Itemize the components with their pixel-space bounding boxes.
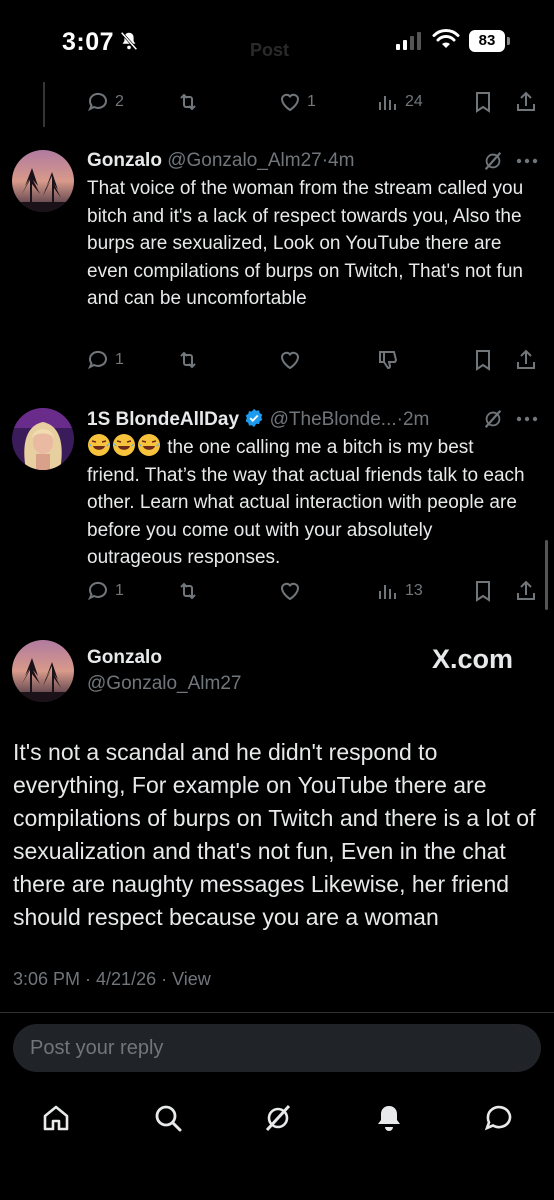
repost-icon	[180, 93, 196, 111]
heart-icon	[280, 351, 300, 370]
share-icon	[517, 349, 535, 369]
tweet1-author-name[interactable]: Gonzalo	[87, 150, 162, 171]
views-button[interactable]: 24	[376, 90, 423, 114]
heart-icon	[280, 93, 300, 112]
repost-button[interactable]	[176, 348, 200, 372]
share-button[interactable]	[514, 90, 538, 114]
tweet2-time: 2m	[402, 409, 430, 430]
home-icon[interactable]	[40, 1102, 72, 1134]
share-button[interactable]	[514, 579, 538, 603]
laughing-emoji-icon	[113, 434, 135, 456]
tweet2-body: the one calling me a bitch is my best fr…	[87, 433, 527, 572]
top-action-row: 2 1 24	[86, 90, 536, 116]
bookmark-icon	[476, 92, 490, 113]
repost-button[interactable]	[176, 90, 200, 114]
tweet2-handle[interactable]: @TheBlonde...	[270, 409, 397, 430]
like-button[interactable]: 1	[278, 90, 316, 114]
messages-icon[interactable]	[483, 1102, 515, 1134]
tweet2-action-row: 1 13	[86, 579, 536, 605]
like-button[interactable]	[278, 579, 302, 603]
main-tweet-meta[interactable]: 3:06 PM · 4/21/26 · View	[13, 969, 211, 990]
views-count: 13	[405, 582, 423, 599]
reply-icon	[88, 92, 107, 112]
downvote-button[interactable]	[376, 348, 400, 372]
bell-off-icon	[120, 31, 138, 51]
bottom-nav	[0, 1090, 554, 1150]
avatar-gonzalo[interactable]	[12, 150, 74, 212]
main-author-handle[interactable]: @Gonzalo_Alm27	[87, 673, 241, 695]
repost-button[interactable]	[176, 579, 200, 603]
reply-button[interactable]: 2	[86, 90, 124, 114]
like-button[interactable]	[278, 348, 302, 372]
reply-button[interactable]: 1	[86, 348, 124, 372]
main-tweet-text: It's not a scandal and he didn't respond…	[13, 739, 536, 930]
bookmark-button[interactable]	[471, 579, 495, 603]
avatar-image	[12, 640, 74, 702]
laughing-emoji-icon	[88, 434, 110, 456]
tweet2-header: 1S BlondeAllDay @TheBlonde...·2m	[87, 408, 429, 431]
reply-box[interactable]: Post your reply	[13, 1024, 541, 1072]
tweet1-text: That voice of the woman from the stream …	[87, 178, 524, 309]
heart-icon	[280, 582, 300, 601]
bookmark-icon	[476, 581, 490, 602]
reply-count: 1	[115, 351, 124, 368]
views-button[interactable]: 13	[376, 579, 423, 603]
views-icon	[379, 96, 396, 110]
grok-icon[interactable]	[482, 408, 504, 430]
scrollbar[interactable]	[545, 540, 548, 610]
more-options-icon[interactable]	[516, 416, 538, 422]
tweet1-header: Gonzalo @Gonzalo_Alm27·4m	[87, 150, 354, 172]
status-bar: 3:07 Post 83	[0, 0, 554, 88]
share-icon	[517, 580, 535, 600]
tweet1-handle[interactable]: @Gonzalo_Alm27	[167, 150, 321, 171]
bookmark-icon	[476, 350, 490, 371]
share-button[interactable]	[514, 348, 538, 372]
grok-nav-icon[interactable]	[262, 1102, 294, 1134]
repost-icon	[180, 351, 196, 369]
battery-indicator: 83	[469, 30, 505, 52]
reply-button[interactable]: 1	[86, 579, 124, 603]
reply-count: 1	[115, 582, 124, 599]
like-count: 1	[307, 93, 316, 110]
reply-icon	[88, 581, 107, 601]
divider	[0, 1012, 554, 1013]
tweet1-action-row: 1	[86, 348, 536, 374]
thread-line	[43, 82, 45, 127]
bookmark-button[interactable]	[471, 348, 495, 372]
views-icon	[379, 585, 396, 599]
main-author-name[interactable]: Gonzalo	[87, 647, 162, 669]
wifi-icon	[432, 29, 460, 48]
avatar-image	[12, 150, 74, 212]
share-icon	[517, 91, 535, 111]
notifications-icon[interactable]	[373, 1102, 405, 1134]
laughing-emoji-icon	[138, 434, 160, 456]
more-options-icon[interactable]	[516, 158, 538, 164]
avatar-blondeallday[interactable]	[12, 408, 74, 470]
status-time: 3:07	[62, 28, 115, 56]
reply-input-placeholder[interactable]: Post your reply	[30, 1037, 163, 1060]
xcom-watermark: X.com	[432, 644, 514, 674]
grok-icon[interactable]	[482, 150, 504, 172]
bookmark-button[interactable]	[471, 90, 495, 114]
faded-page-title: Post	[250, 40, 290, 60]
avatar-gonzalo-main[interactable]	[12, 640, 74, 702]
reply-icon	[88, 350, 107, 370]
verified-badge-icon	[246, 408, 263, 428]
tweet1-time: 4m	[328, 150, 355, 171]
reply-count: 2	[115, 93, 124, 110]
views-count: 24	[405, 93, 423, 110]
battery-nub	[507, 37, 510, 45]
search-icon[interactable]	[152, 1102, 184, 1134]
avatar-image	[12, 408, 74, 470]
cellular-signal-icon	[396, 32, 421, 50]
repost-icon	[180, 582, 196, 600]
tweet2-author-name[interactable]: 1S BlondeAllDay	[87, 409, 239, 430]
thumbs-down-icon	[379, 351, 398, 370]
